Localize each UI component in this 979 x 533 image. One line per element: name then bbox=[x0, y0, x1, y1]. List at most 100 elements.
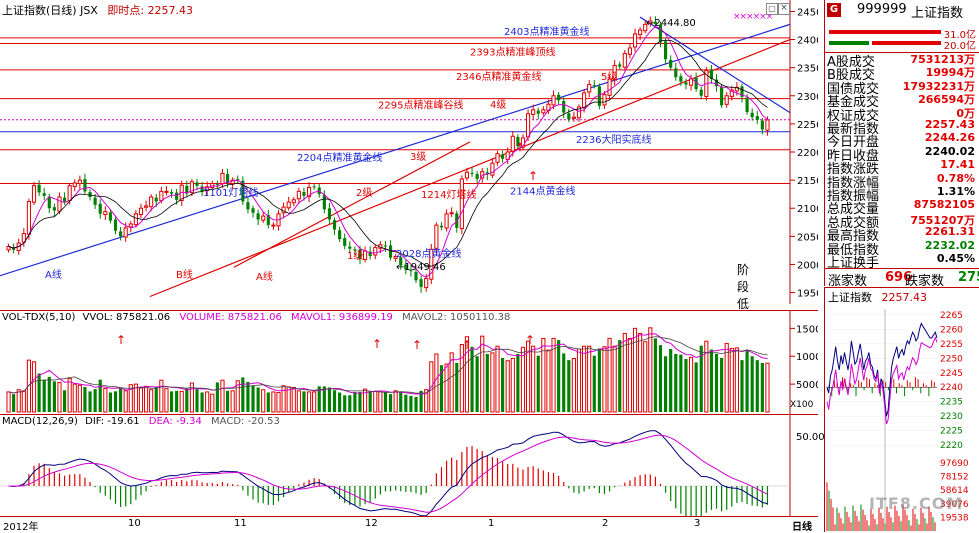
volume-bar-down bbox=[93, 389, 97, 412]
volume-bar-down bbox=[215, 382, 219, 412]
macd-dif: DIF: -19.61 bbox=[85, 416, 140, 427]
vol-signal-arrow: ↑ bbox=[116, 333, 126, 347]
candle-body-down bbox=[154, 197, 158, 202]
candle-body-up bbox=[159, 190, 164, 201]
volume-bar-up bbox=[306, 391, 312, 413]
volume-bar-up bbox=[123, 390, 128, 413]
volume-bar-up bbox=[607, 337, 612, 413]
volume-panel[interactable]: 15000 10000 5000 ↑ ↑ ↑ ↑ ↑ VOL-TDX(5,10) VVOL: … bbox=[0, 310, 818, 414]
candle-body-up bbox=[31, 185, 37, 203]
volume-bar-up bbox=[31, 361, 37, 413]
volume-bar-down bbox=[755, 360, 759, 412]
mini-intraday-panel[interactable]: 上证指数 2257.43 2265 2260 2255 2250 2245 2240 223… bbox=[824, 287, 979, 532]
candle-body-up bbox=[571, 116, 576, 119]
vol-mavol1: MAVOL1: 936899.19 bbox=[291, 312, 393, 323]
volume-bar-up bbox=[688, 356, 694, 413]
vol-signal-arrow: ↑ bbox=[412, 338, 422, 352]
volume-bar-up bbox=[520, 346, 526, 413]
mini-volume-label: 97690 bbox=[940, 459, 969, 469]
breadth-row: 涨家数 696 跌家数 275 bbox=[825, 268, 979, 289]
volume-bar-up bbox=[281, 385, 286, 413]
volume-bar-down bbox=[740, 360, 744, 412]
candle-body-up bbox=[72, 182, 77, 187]
watermark: ITF8.COM bbox=[869, 494, 964, 513]
candle-body-up bbox=[449, 212, 454, 215]
quote-panel: G 999999 上证指数 31.0亿 20.0亿 A股成交 7531213万 B股… bbox=[824, 0, 979, 289]
volume-bar-up bbox=[393, 390, 398, 413]
candle-body-down bbox=[388, 245, 393, 258]
volume-bar-down bbox=[256, 387, 260, 412]
candle-body-down bbox=[322, 194, 326, 210]
candle-body-up bbox=[271, 224, 276, 227]
candle-body-down bbox=[562, 100, 566, 113]
candle-body-up bbox=[424, 278, 429, 289]
mini-price-label: 2240 bbox=[940, 383, 963, 393]
candle-body-down bbox=[414, 271, 418, 281]
volume-bar-up bbox=[576, 348, 582, 413]
price-axis-label: 2200 bbox=[797, 148, 818, 159]
signal-up-arrow: ↑ bbox=[528, 169, 538, 183]
candle-body-down bbox=[113, 219, 118, 231]
candle-body-down bbox=[108, 212, 112, 221]
volume-bar-down bbox=[455, 362, 459, 412]
panel-close-icon[interactable]: × bbox=[778, 3, 790, 15]
volume-bar-down bbox=[720, 357, 724, 412]
level-1101-label: 1101灯塔线 bbox=[203, 186, 258, 199]
volume-bar-down bbox=[200, 392, 204, 412]
candle-body-up bbox=[444, 213, 449, 229]
quote-code: 999999 bbox=[857, 2, 907, 17]
volume-bar-down bbox=[338, 392, 342, 412]
volume-bar-up bbox=[149, 389, 154, 413]
volume-bar-down bbox=[414, 396, 418, 412]
candle-body-up bbox=[67, 185, 72, 201]
level-2403-label: 2403点精准黄金线 bbox=[504, 25, 589, 38]
volume-header: VOL-TDX(5,10) VVOL: 875821.06 VOLUME: 87… bbox=[2, 312, 510, 323]
volume-bar-down bbox=[470, 346, 474, 412]
quote-row-value: 0.45% bbox=[936, 252, 975, 265]
volume-bar-up bbox=[531, 345, 536, 413]
mini-price-label: 2250 bbox=[940, 354, 963, 364]
volume-bar-down bbox=[567, 360, 571, 412]
panel-toggle-icon[interactable]: ▢ bbox=[766, 3, 778, 15]
date-label-oct: 10 bbox=[128, 518, 141, 529]
volume-bar-up bbox=[643, 341, 648, 413]
candle-body-up bbox=[638, 29, 643, 36]
candle-body-up bbox=[587, 84, 592, 93]
volume-chart[interactable]: 15000 10000 5000 ↑ ↑ ↑ ↑ ↑ bbox=[0, 310, 818, 414]
volume-bar-up bbox=[16, 389, 21, 413]
volume-bar-up bbox=[164, 388, 169, 413]
candle-body-up bbox=[551, 95, 556, 106]
candle-body-up bbox=[622, 53, 627, 68]
volume-bar-down bbox=[368, 391, 372, 412]
macd-panel[interactable]: MACD(12,26,9) DIF: -19.61 DEA: -9.34 MAC… bbox=[0, 414, 825, 516]
candle-body-down bbox=[679, 76, 683, 82]
volume-bar-down bbox=[658, 345, 663, 412]
vol-vvol: VVOL: 875821.06 bbox=[82, 312, 171, 323]
candle-body-up bbox=[363, 250, 368, 261]
volume-bar-down bbox=[332, 390, 337, 412]
macd-chart[interactable] bbox=[0, 414, 818, 516]
price-axis-label: 2100 bbox=[797, 204, 818, 215]
volume-bar-up bbox=[612, 345, 617, 413]
candle-body-up bbox=[164, 190, 169, 193]
candle-body-down bbox=[501, 154, 505, 159]
candle-body-down bbox=[302, 192, 306, 196]
volume-bar-down bbox=[409, 395, 413, 412]
volume-bar-up bbox=[312, 391, 317, 413]
candle-body-down bbox=[439, 225, 444, 228]
candle-body-down bbox=[169, 192, 174, 194]
volume-bar-down bbox=[536, 355, 540, 412]
candle-body-up bbox=[291, 199, 296, 204]
volume-bar-down bbox=[348, 395, 352, 412]
kline-chart[interactable]: 2450 2400 2350 2300 2250 2200 2150 2100 2050 2000… bbox=[0, 0, 818, 304]
mini-price-label: 2260 bbox=[940, 325, 963, 335]
candle-body-down bbox=[332, 220, 337, 230]
kline-panel[interactable]: 2450 2400 2350 2300 2250 2200 2150 2100 2050 2000… bbox=[0, 0, 818, 345]
candle-body-up bbox=[688, 78, 694, 86]
volume-bar-up bbox=[210, 393, 215, 413]
mini-price-line bbox=[826, 322, 938, 417]
candle-body-up bbox=[434, 224, 439, 249]
date-label-nov: 11 bbox=[234, 518, 247, 529]
volume-bar-up bbox=[638, 332, 643, 413]
candle-body-up bbox=[627, 47, 633, 55]
